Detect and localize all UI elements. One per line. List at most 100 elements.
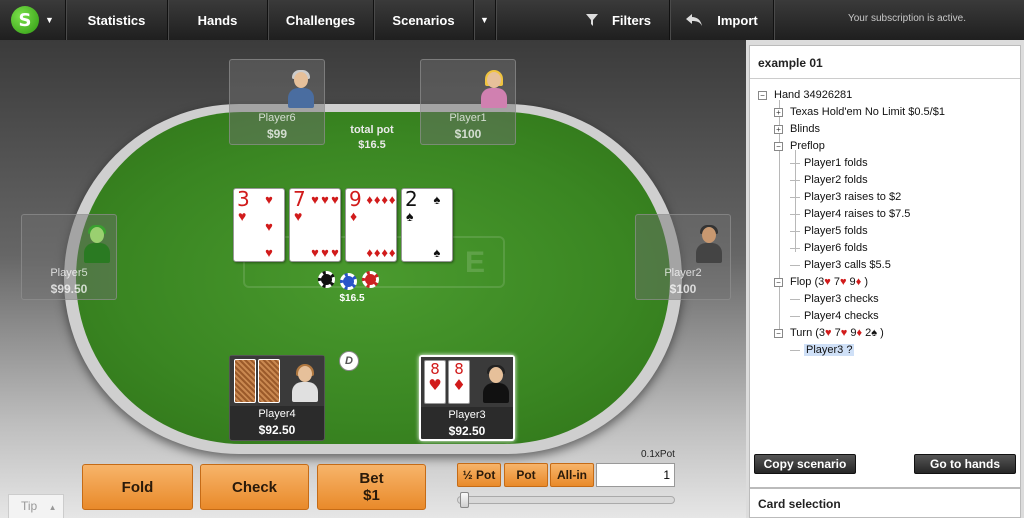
- top-navigation-bar: S ▼ Statistics Hands Challenges Scenario…: [0, 0, 1024, 40]
- subscription-status: Your subscription is active.: [847, 13, 966, 24]
- poker-table-area: E Player6 $99 Player1 $100 Player5 $99.5…: [0, 40, 746, 518]
- board-card-2: 7 ♥ ♥ ♥ ♥ ♥ ♥ ♥: [289, 188, 341, 262]
- avatar: [696, 225, 722, 263]
- chevron-down-icon: ▼: [45, 15, 54, 25]
- nav-statistics[interactable]: Statistics: [66, 0, 168, 40]
- board-card-3: 9 ♦ ♦ ♦ ♦ ♦ ♦ ♦ ♦ ♦: [345, 188, 397, 262]
- collapse-icon[interactable]: −: [774, 277, 783, 287]
- tree-node-game[interactable]: + Texas Hold'em No Limit $0.5/$1: [774, 105, 945, 120]
- tree-node-hand[interactable]: − Hand 34926281: [758, 88, 852, 103]
- tree-action[interactable]: Player3 checks: [790, 292, 879, 307]
- filters-label: Filters: [611, 12, 651, 28]
- fold-button[interactable]: Fold: [82, 464, 193, 510]
- copy-scenario-button[interactable]: Copy scenario: [754, 454, 856, 474]
- card-selection-title: Card selection: [758, 497, 841, 511]
- player-stack: $92.50: [258, 423, 296, 437]
- card-pips: ♥ ♥ ♥: [265, 192, 273, 260]
- tree-node-flop[interactable]: − Flop (3♥ 7♥ 9♦ ): [774, 275, 868, 290]
- player-name: Player2: [664, 267, 702, 279]
- card-rank: 9: [349, 187, 362, 211]
- avatar: [288, 70, 314, 108]
- tree-node-blinds[interactable]: + Blinds: [774, 122, 820, 137]
- bet-label: Bet: [359, 470, 384, 487]
- diamond-icon: ♦: [452, 376, 466, 394]
- seat-player1[interactable]: Player1 $100: [420, 59, 516, 145]
- card-rank: 2: [405, 187, 418, 211]
- total-pot-value: $16.5: [358, 139, 386, 151]
- app-logo-icon: S: [11, 6, 40, 34]
- tree-action-selected[interactable]: Player3 ?: [790, 343, 855, 358]
- collapse-icon[interactable]: −: [774, 141, 783, 151]
- card-pips: ♠ ♠: [433, 192, 441, 260]
- go-to-hands-button[interactable]: Go to hands: [914, 454, 1016, 474]
- nav-scenarios[interactable]: Scenarios: [374, 0, 474, 40]
- filter-icon: [585, 14, 598, 26]
- card-pips: ♥ ♥ ♥ ♥ ♥ ♥: [311, 192, 339, 260]
- tree-node-turn[interactable]: − Turn (3♥ 7♥ 9♦ 2♠ ): [774, 326, 884, 341]
- tree-action[interactable]: Player6 folds: [790, 241, 868, 256]
- seat-player5[interactable]: Player5 $99.50: [21, 214, 117, 300]
- card-selection-section[interactable]: Card selection: [749, 488, 1021, 518]
- player-name: Player4: [258, 408, 296, 420]
- bet-slider[interactable]: [457, 496, 675, 504]
- import-button[interactable]: Import: [670, 0, 774, 40]
- pot-button[interactable]: Pot: [504, 463, 548, 487]
- pot-fraction: 0.1xPot: [641, 449, 675, 460]
- hole-card-1: 8 ♥: [424, 360, 446, 404]
- player-name: Player1: [449, 112, 487, 124]
- player-stack: $100: [454, 127, 482, 141]
- player-name: Player3: [448, 409, 486, 421]
- player-stack: $100: [669, 282, 697, 296]
- hole-card-2: 8 ♦: [448, 360, 470, 404]
- undo-arrow-icon: [686, 14, 703, 26]
- board-card-1: 3 ♥ ♥ ♥ ♥: [233, 188, 285, 262]
- seat-player6[interactable]: Player6 $99: [229, 59, 325, 145]
- bet-slider-handle[interactable]: [460, 492, 469, 508]
- collapse-icon[interactable]: −: [774, 328, 783, 338]
- tree-action[interactable]: Player4 checks: [790, 309, 879, 324]
- seat-player4[interactable]: Player4 $92.50: [229, 355, 325, 441]
- dealer-button: D: [339, 351, 359, 371]
- nav-hands[interactable]: Hands: [168, 0, 268, 40]
- tree-action[interactable]: Player5 folds: [790, 224, 868, 239]
- spade-icon: ♠: [406, 208, 414, 224]
- bet-amount-input[interactable]: [596, 463, 675, 487]
- avatar: [292, 364, 318, 402]
- card-back: [234, 359, 256, 403]
- filters-button[interactable]: Filters: [568, 0, 670, 40]
- nav-challenges[interactable]: Challenges: [268, 0, 374, 40]
- check-button[interactable]: Check: [200, 464, 309, 510]
- heart-icon: ♥: [294, 208, 303, 224]
- expand-icon[interactable]: +: [774, 107, 783, 117]
- tree-action[interactable]: Player3 raises to $2: [790, 190, 901, 205]
- avatar: [483, 365, 509, 403]
- logo-menu[interactable]: S ▼: [0, 0, 66, 40]
- expand-icon[interactable]: +: [774, 124, 783, 134]
- import-label: Import: [717, 12, 758, 28]
- card-rank: 7: [293, 187, 306, 211]
- tip-tab[interactable]: Tip ▲: [8, 494, 64, 518]
- total-pot-label: total pot: [350, 124, 394, 136]
- seat-player3[interactable]: 8 ♥ 8 ♦ Player3 $92.50: [419, 355, 515, 441]
- tree-action[interactable]: Player1 folds: [790, 156, 868, 171]
- all-in-button[interactable]: All-in: [550, 463, 594, 487]
- half-pot-button[interactable]: ½ Pot: [457, 463, 501, 487]
- player-name: Player5: [50, 267, 88, 279]
- seat-player2[interactable]: Player2 $100: [635, 214, 731, 300]
- scenarios-dropdown[interactable]: ▼: [474, 0, 496, 40]
- collapse-icon[interactable]: −: [758, 90, 767, 100]
- tree-action[interactable]: Player4 raises to $7.5: [790, 207, 910, 222]
- tree-action[interactable]: Player2 folds: [790, 173, 868, 188]
- card-back: [258, 359, 280, 403]
- pot-chips-amount: $16.5: [339, 293, 365, 304]
- tree-action[interactable]: Player3 calls $5.5: [790, 258, 891, 273]
- panel-title: example 01: [758, 56, 823, 70]
- player-stack: $99: [266, 127, 288, 141]
- chevron-up-icon: ▲: [48, 503, 57, 512]
- card-rank: 3: [237, 187, 250, 211]
- bet-amount: $1: [363, 487, 380, 504]
- scenario-panel: example 01 − Hand 34926281 + Texas Hold'em…: [746, 40, 1024, 518]
- total-pot: total pot $16.5: [332, 123, 412, 153]
- tree-node-preflop[interactable]: − Preflop: [774, 139, 825, 154]
- bet-button[interactable]: Bet $1: [317, 464, 426, 510]
